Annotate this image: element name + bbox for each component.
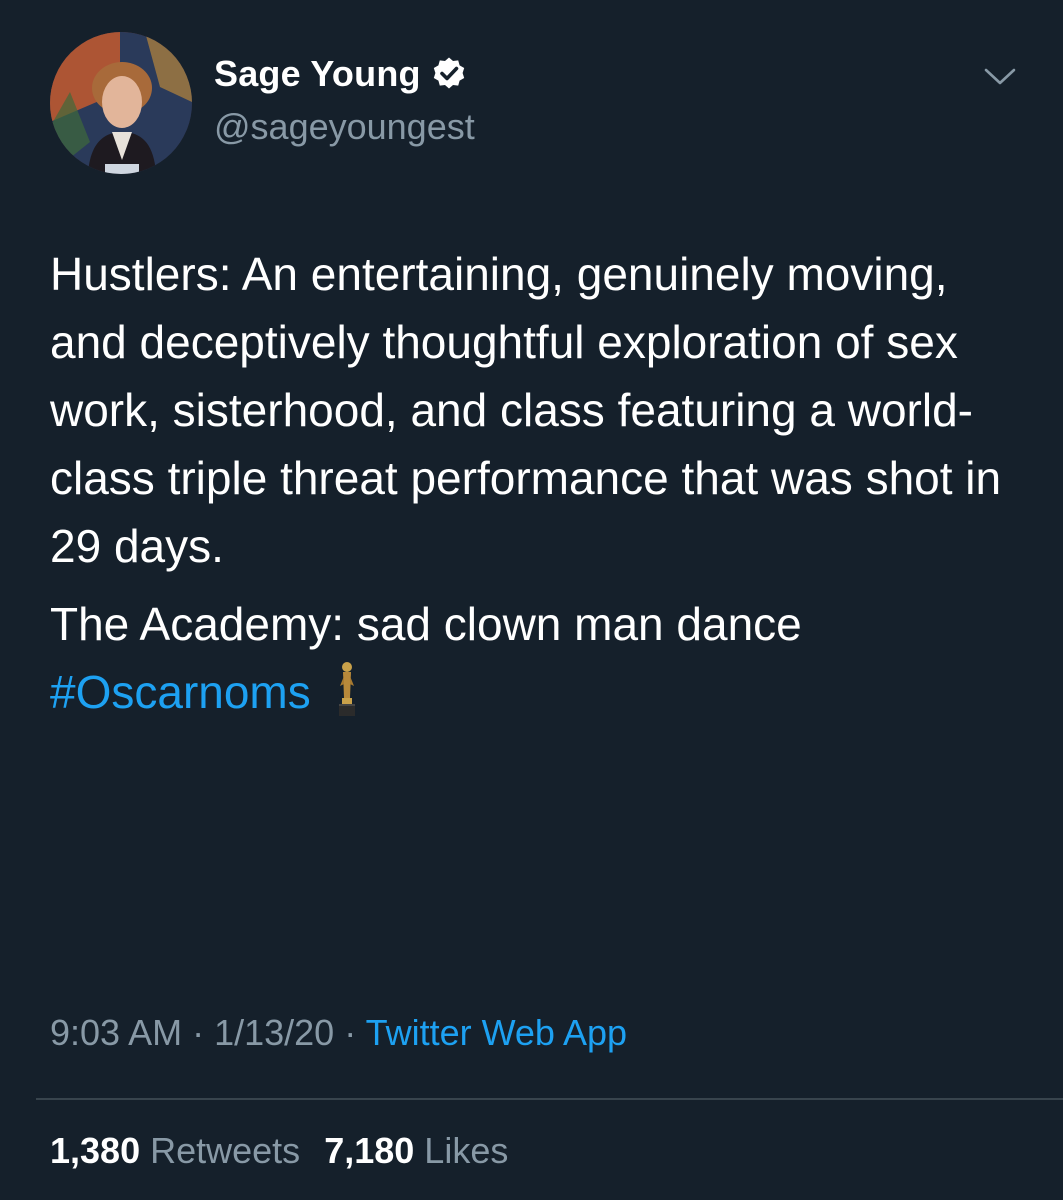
avatar[interactable] bbox=[50, 32, 192, 174]
divider bbox=[36, 1098, 1063, 1100]
tweet-time[interactable]: 9:03 AM bbox=[50, 1012, 182, 1053]
retweets-stat[interactable]: 1,380 Retweets bbox=[50, 1130, 300, 1171]
hashtag-link[interactable]: #Oscarnoms bbox=[50, 666, 311, 718]
tweet-date[interactable]: 1/13/20 bbox=[214, 1012, 334, 1053]
tweet-text: Hustlers: An entertaining, genuinely mov… bbox=[50, 240, 1030, 726]
likes-stat[interactable]: 7,180 Likes bbox=[324, 1130, 508, 1171]
likes-count: 7,180 bbox=[324, 1130, 415, 1171]
verified-badge-icon bbox=[431, 56, 467, 92]
likes-label: Likes bbox=[424, 1130, 509, 1171]
retweets-count: 1,380 bbox=[50, 1130, 141, 1171]
tweet-paragraph-1: Hustlers: An entertaining, genuinely mov… bbox=[50, 248, 1002, 572]
meta-separator: · bbox=[182, 1012, 215, 1053]
chevron-down-icon[interactable] bbox=[983, 66, 1017, 88]
tweet-detail: Sage Young @sageyoungest Hustlers: An en… bbox=[0, 0, 1063, 1200]
meta-separator: · bbox=[334, 1012, 366, 1053]
display-name[interactable]: Sage Young bbox=[214, 53, 421, 95]
handle: @sageyoungest bbox=[214, 106, 475, 147]
tweet-paragraph-2: The Academy: sad clown man dance #Oscarno… bbox=[50, 590, 1030, 726]
tweet-source-link[interactable]: Twitter Web App bbox=[366, 1012, 627, 1053]
tweet-paragraph-2-text: The Academy: sad clown man dance bbox=[50, 598, 802, 650]
retweets-label: Retweets bbox=[150, 1130, 301, 1171]
author-block[interactable]: Sage Young @sageyoungest bbox=[214, 50, 475, 148]
tweet-stats: 1,380 Retweets 7,180 Likes bbox=[50, 1130, 508, 1172]
tweet-meta: 9:03 AM · 1/13/20 · Twitter Web App bbox=[50, 1012, 627, 1054]
name-row: Sage Young bbox=[214, 50, 475, 98]
oscar-trophy-icon bbox=[333, 660, 361, 720]
